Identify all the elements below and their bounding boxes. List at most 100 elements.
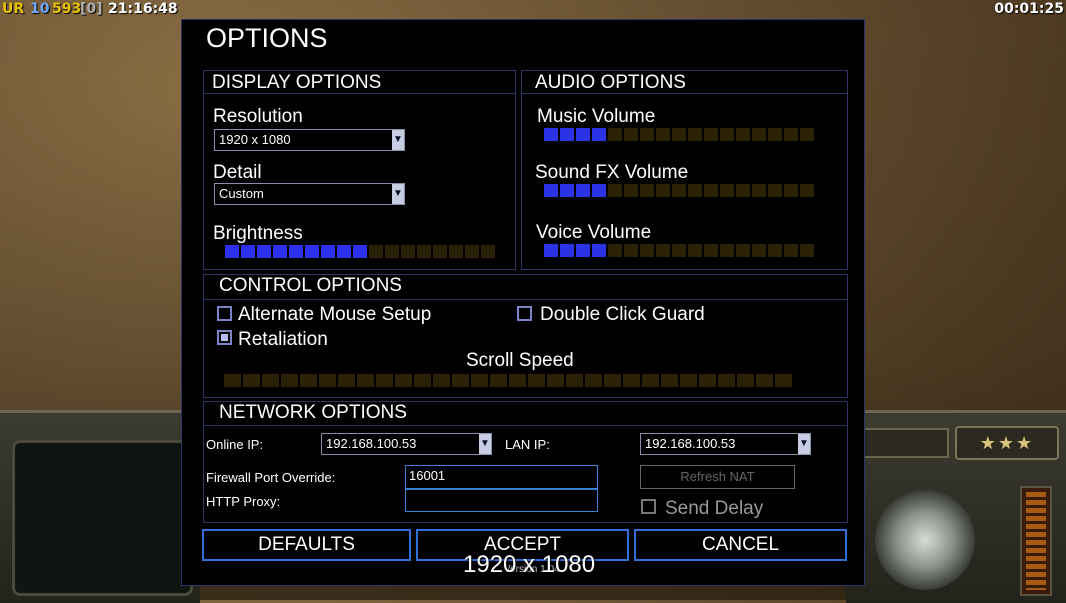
slider-segment[interactable]	[775, 374, 792, 387]
slider-segment[interactable]	[608, 244, 622, 257]
slider-segment[interactable]	[289, 245, 303, 258]
chevron-down-icon[interactable]: ▼	[479, 434, 491, 454]
slider-segment[interactable]	[560, 128, 574, 141]
slider-segment[interactable]	[243, 374, 260, 387]
slider-segment[interactable]	[585, 374, 602, 387]
slider-segment[interactable]	[262, 374, 279, 387]
slider-segment[interactable]	[592, 244, 606, 257]
chevron-down-icon[interactable]: ▼	[798, 434, 810, 454]
slider-segment[interactable]	[756, 374, 773, 387]
slider-segment[interactable]	[465, 245, 479, 258]
slider-segment[interactable]	[481, 245, 495, 258]
slider-segment[interactable]	[736, 128, 750, 141]
http-proxy-input[interactable]	[405, 489, 598, 512]
slider-segment[interactable]	[337, 245, 351, 258]
slider-segment[interactable]	[224, 374, 241, 387]
slider-segment[interactable]	[592, 184, 606, 197]
slider-segment[interactable]	[490, 374, 507, 387]
slider-segment[interactable]	[385, 245, 399, 258]
slider-segment[interactable]	[688, 244, 702, 257]
defaults-button[interactable]: DEFAULTS	[202, 529, 411, 561]
slider-segment[interactable]	[640, 128, 654, 141]
slider-segment[interactable]	[672, 128, 686, 141]
slider-segment[interactable]	[433, 374, 450, 387]
slider-segment[interactable]	[752, 128, 766, 141]
sound-fx-volume-slider[interactable]	[544, 184, 814, 197]
slider-segment[interactable]	[784, 128, 798, 141]
slider-segment[interactable]	[281, 374, 298, 387]
slider-segment[interactable]	[528, 374, 545, 387]
refresh-nat-button[interactable]: Refresh NAT	[640, 465, 795, 489]
slider-segment[interactable]	[768, 128, 782, 141]
slider-segment[interactable]	[784, 184, 798, 197]
slider-segment[interactable]	[319, 374, 336, 387]
alternate-mouse-checkbox[interactable]	[217, 306, 232, 321]
slider-segment[interactable]	[623, 374, 640, 387]
slider-segment[interactable]	[704, 244, 718, 257]
slider-segment[interactable]	[560, 244, 574, 257]
slider-segment[interactable]	[704, 128, 718, 141]
slider-segment[interactable]	[752, 244, 766, 257]
chevron-down-icon[interactable]: ▼	[392, 184, 404, 204]
slider-segment[interactable]	[720, 128, 734, 141]
slider-segment[interactable]	[608, 184, 622, 197]
slider-segment[interactable]	[642, 374, 659, 387]
slider-segment[interactable]	[321, 245, 335, 258]
slider-segment[interactable]	[800, 244, 814, 257]
slider-segment[interactable]	[656, 128, 670, 141]
slider-segment[interactable]	[338, 374, 355, 387]
retaliation-checkbox[interactable]	[217, 330, 232, 345]
slider-segment[interactable]	[624, 184, 638, 197]
slider-segment[interactable]	[544, 128, 558, 141]
slider-segment[interactable]	[395, 374, 412, 387]
slider-segment[interactable]	[357, 374, 374, 387]
slider-segment[interactable]	[604, 374, 621, 387]
slider-segment[interactable]	[624, 244, 638, 257]
send-delay-checkbox[interactable]	[641, 499, 656, 514]
slider-segment[interactable]	[300, 374, 317, 387]
cancel-button[interactable]: CANCEL	[634, 529, 847, 561]
slider-segment[interactable]	[414, 374, 431, 387]
slider-segment[interactable]	[752, 184, 766, 197]
slider-segment[interactable]	[800, 128, 814, 141]
slider-segment[interactable]	[305, 245, 319, 258]
scroll-speed-slider[interactable]	[224, 374, 792, 387]
slider-segment[interactable]	[688, 128, 702, 141]
slider-segment[interactable]	[547, 374, 564, 387]
slider-segment[interactable]	[544, 244, 558, 257]
slider-segment[interactable]	[680, 374, 697, 387]
slider-segment[interactable]	[736, 184, 750, 197]
voice-volume-slider[interactable]	[544, 244, 814, 257]
double-click-guard-checkbox[interactable]	[517, 306, 532, 321]
slider-segment[interactable]	[241, 245, 255, 258]
slider-segment[interactable]	[544, 184, 558, 197]
slider-segment[interactable]	[257, 245, 271, 258]
chevron-down-icon[interactable]: ▼	[392, 130, 404, 150]
slider-segment[interactable]	[566, 374, 583, 387]
slider-segment[interactable]	[401, 245, 415, 258]
brightness-slider[interactable]	[225, 245, 495, 258]
slider-segment[interactable]	[736, 244, 750, 257]
slider-segment[interactable]	[800, 184, 814, 197]
slider-segment[interactable]	[640, 244, 654, 257]
slider-segment[interactable]	[661, 374, 678, 387]
online-ip-dropdown[interactable]: 192.168.100.53 ▼	[321, 433, 492, 455]
slider-segment[interactable]	[369, 245, 383, 258]
firewall-port-input[interactable]: 16001	[405, 465, 598, 489]
slider-segment[interactable]	[433, 245, 447, 258]
slider-segment[interactable]	[656, 184, 670, 197]
slider-segment[interactable]	[452, 374, 469, 387]
slider-segment[interactable]	[688, 184, 702, 197]
slider-segment[interactable]	[608, 128, 622, 141]
slider-segment[interactable]	[718, 374, 735, 387]
slider-segment[interactable]	[704, 184, 718, 197]
slider-segment[interactable]	[376, 374, 393, 387]
slider-segment[interactable]	[576, 128, 590, 141]
slider-segment[interactable]	[273, 245, 287, 258]
slider-segment[interactable]	[656, 244, 670, 257]
slider-segment[interactable]	[720, 184, 734, 197]
slider-segment[interactable]	[417, 245, 431, 258]
slider-segment[interactable]	[640, 184, 654, 197]
slider-segment[interactable]	[592, 128, 606, 141]
slider-segment[interactable]	[449, 245, 463, 258]
